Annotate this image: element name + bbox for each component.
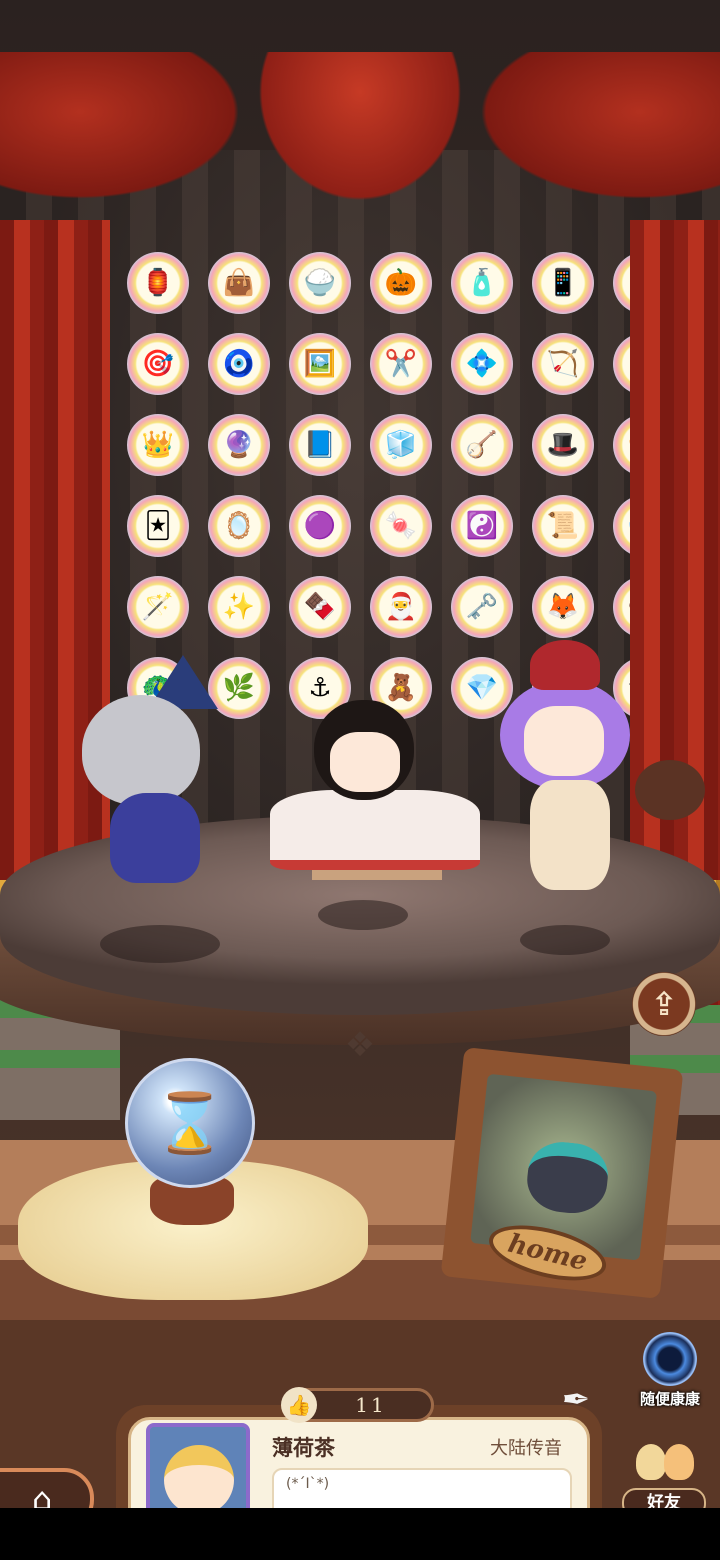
- character-shrine-maiden[interactable]: [262, 650, 492, 910]
- like-counter[interactable]: 👍 11: [281, 1387, 434, 1423]
- avatar[interactable]: [146, 1423, 250, 1508]
- home-icon: ⌂: [31, 1480, 53, 1508]
- collectible-item[interactable]: 🔮: [208, 414, 270, 476]
- region-label: 大陆传音: [490, 1438, 562, 1459]
- collectible-item[interactable]: 🍫: [289, 576, 351, 638]
- collectible-item[interactable]: ✨: [208, 576, 270, 638]
- friends-icon: [636, 1438, 698, 1484]
- random-visit-button[interactable]: 随便康康: [628, 1332, 712, 1409]
- collectible-item[interactable]: 🎩: [532, 414, 594, 476]
- avatar-face: [164, 1445, 234, 1508]
- demon-face: [524, 706, 604, 776]
- collectible-item[interactable]: 📘: [289, 414, 351, 476]
- collectible-item[interactable]: 🗝️: [451, 576, 513, 638]
- character-demon-girl[interactable]: [490, 640, 710, 920]
- friends-label: 好友: [622, 1488, 706, 1508]
- witch-body: [110, 793, 200, 883]
- collectible-item[interactable]: 📜: [532, 495, 594, 557]
- cauldron-icon: [524, 1138, 611, 1217]
- thumb-up-icon: 👍: [281, 1387, 317, 1423]
- demon-body: [530, 780, 610, 890]
- character-shadow: [100, 925, 220, 963]
- collectible-item[interactable]: ☯️: [451, 495, 513, 557]
- signature-box[interactable]: (*´I`*): [272, 1468, 572, 1508]
- demon-heart-wand: [635, 760, 705, 820]
- collectible-item[interactable]: 🖼️: [289, 333, 351, 395]
- collectible-item[interactable]: 🪄: [127, 576, 189, 638]
- share-icon: ⇪: [650, 985, 678, 1023]
- hourglass-icon: ⌛: [153, 1089, 227, 1157]
- like-count: 11: [355, 1393, 387, 1417]
- collectible-item[interactable]: ✂️: [370, 333, 432, 395]
- signature-text: (*´I`*): [286, 1476, 330, 1492]
- stage-scene: 🌙🏮👜🍚🎃🧴📱🥚📿🎯🧿🖼️✂️💠🏹🍄🍡👑🔮📘🧊🪕🎩🧺🌀🃏🪞🟣🍬☯️📜🥣🥁🪄✨🍫🎅…: [0, 0, 720, 1508]
- shrine-face: [330, 732, 400, 792]
- stage-ornament-icon: ❖: [344, 1025, 376, 1065]
- share-button[interactable]: ⇪: [632, 972, 696, 1036]
- collectible-item[interactable]: 🎯: [127, 333, 189, 395]
- friends-button[interactable]: 好友: [622, 1438, 718, 1508]
- collectible-item[interactable]: 🃏: [127, 495, 189, 557]
- collectible-item[interactable]: 🪕: [451, 414, 513, 476]
- collectible-item[interactable]: 🎅: [370, 576, 432, 638]
- character-witch[interactable]: [40, 655, 240, 885]
- character-shadow: [520, 925, 610, 955]
- collectible-item[interactable]: 🧊: [370, 414, 432, 476]
- player-name: 薄荷茶: [272, 1436, 335, 1460]
- portal-icon: [643, 1332, 697, 1386]
- collectible-item[interactable]: 🍬: [370, 495, 432, 557]
- crystal-ball-button[interactable]: ⌛: [125, 1058, 255, 1188]
- random-visit-label: 随便康康: [639, 1390, 700, 1408]
- collectible-item[interactable]: 💠: [451, 333, 513, 395]
- collectible-item[interactable]: 🧿: [208, 333, 270, 395]
- home-nav-button[interactable]: ⌂: [0, 1468, 94, 1508]
- demon-hat: [530, 640, 600, 690]
- collectible-item[interactable]: 👑: [127, 414, 189, 476]
- home-frame-button[interactable]: home: [440, 1047, 684, 1299]
- collectible-item[interactable]: 🟣: [289, 495, 351, 557]
- shrine-body: [270, 790, 480, 870]
- collectible-item[interactable]: 🦊: [532, 576, 594, 638]
- collectible-item[interactable]: 🪞: [208, 495, 270, 557]
- witch-head: [82, 695, 200, 805]
- quill-icon[interactable]: ✒: [554, 1378, 598, 1422]
- collectible-item[interactable]: 🏹: [532, 333, 594, 395]
